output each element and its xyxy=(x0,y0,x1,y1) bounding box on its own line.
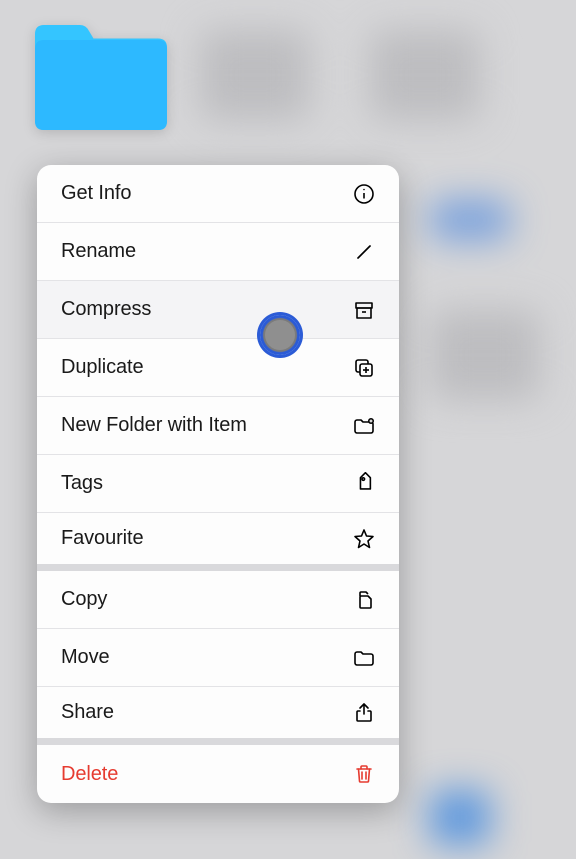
menu-label-rename: Rename xyxy=(61,240,136,263)
menu-item-delete[interactable]: Delete xyxy=(37,745,399,803)
star-icon xyxy=(351,526,377,552)
selected-folder[interactable] xyxy=(26,15,176,145)
menu-item-share[interactable]: Share xyxy=(37,687,399,745)
archive-icon xyxy=(351,297,377,323)
menu-item-tags[interactable]: Tags xyxy=(37,455,399,513)
info-icon xyxy=(351,181,377,207)
menu-label-copy: Copy xyxy=(61,588,107,611)
menu-label-new-folder: New Folder with Item xyxy=(61,414,247,437)
menu-label-move: Move xyxy=(61,646,110,669)
menu-item-favourite[interactable]: Favourite xyxy=(37,513,399,571)
folder-plus-icon xyxy=(351,413,377,439)
menu-item-copy[interactable]: Copy xyxy=(37,571,399,629)
menu-label-delete: Delete xyxy=(61,763,118,786)
share-icon xyxy=(351,700,377,726)
menu-item-compress[interactable]: Compress xyxy=(37,281,399,339)
menu-item-duplicate[interactable]: Duplicate xyxy=(37,339,399,397)
menu-label-compress: Compress xyxy=(61,298,151,321)
tag-icon xyxy=(351,471,377,497)
doc-on-doc-icon xyxy=(351,587,377,613)
pencil-icon xyxy=(351,239,377,265)
touch-indicator xyxy=(260,315,300,355)
menu-label-duplicate: Duplicate xyxy=(61,356,143,379)
trash-icon xyxy=(351,761,377,787)
menu-label-share: Share xyxy=(61,701,114,724)
menu-item-move[interactable]: Move xyxy=(37,629,399,687)
menu-label-tags: Tags xyxy=(61,472,103,495)
menu-label-favourite: Favourite xyxy=(61,527,143,550)
menu-item-get-info[interactable]: Get Info xyxy=(37,165,399,223)
context-menu: Get Info Rename Compress Duplica xyxy=(37,165,399,803)
duplicate-icon xyxy=(351,355,377,381)
menu-item-rename[interactable]: Rename xyxy=(37,223,399,281)
folder-icon xyxy=(351,645,377,671)
menu-label-get-info: Get Info xyxy=(61,182,131,205)
menu-item-new-folder-with-item[interactable]: New Folder with Item xyxy=(37,397,399,455)
